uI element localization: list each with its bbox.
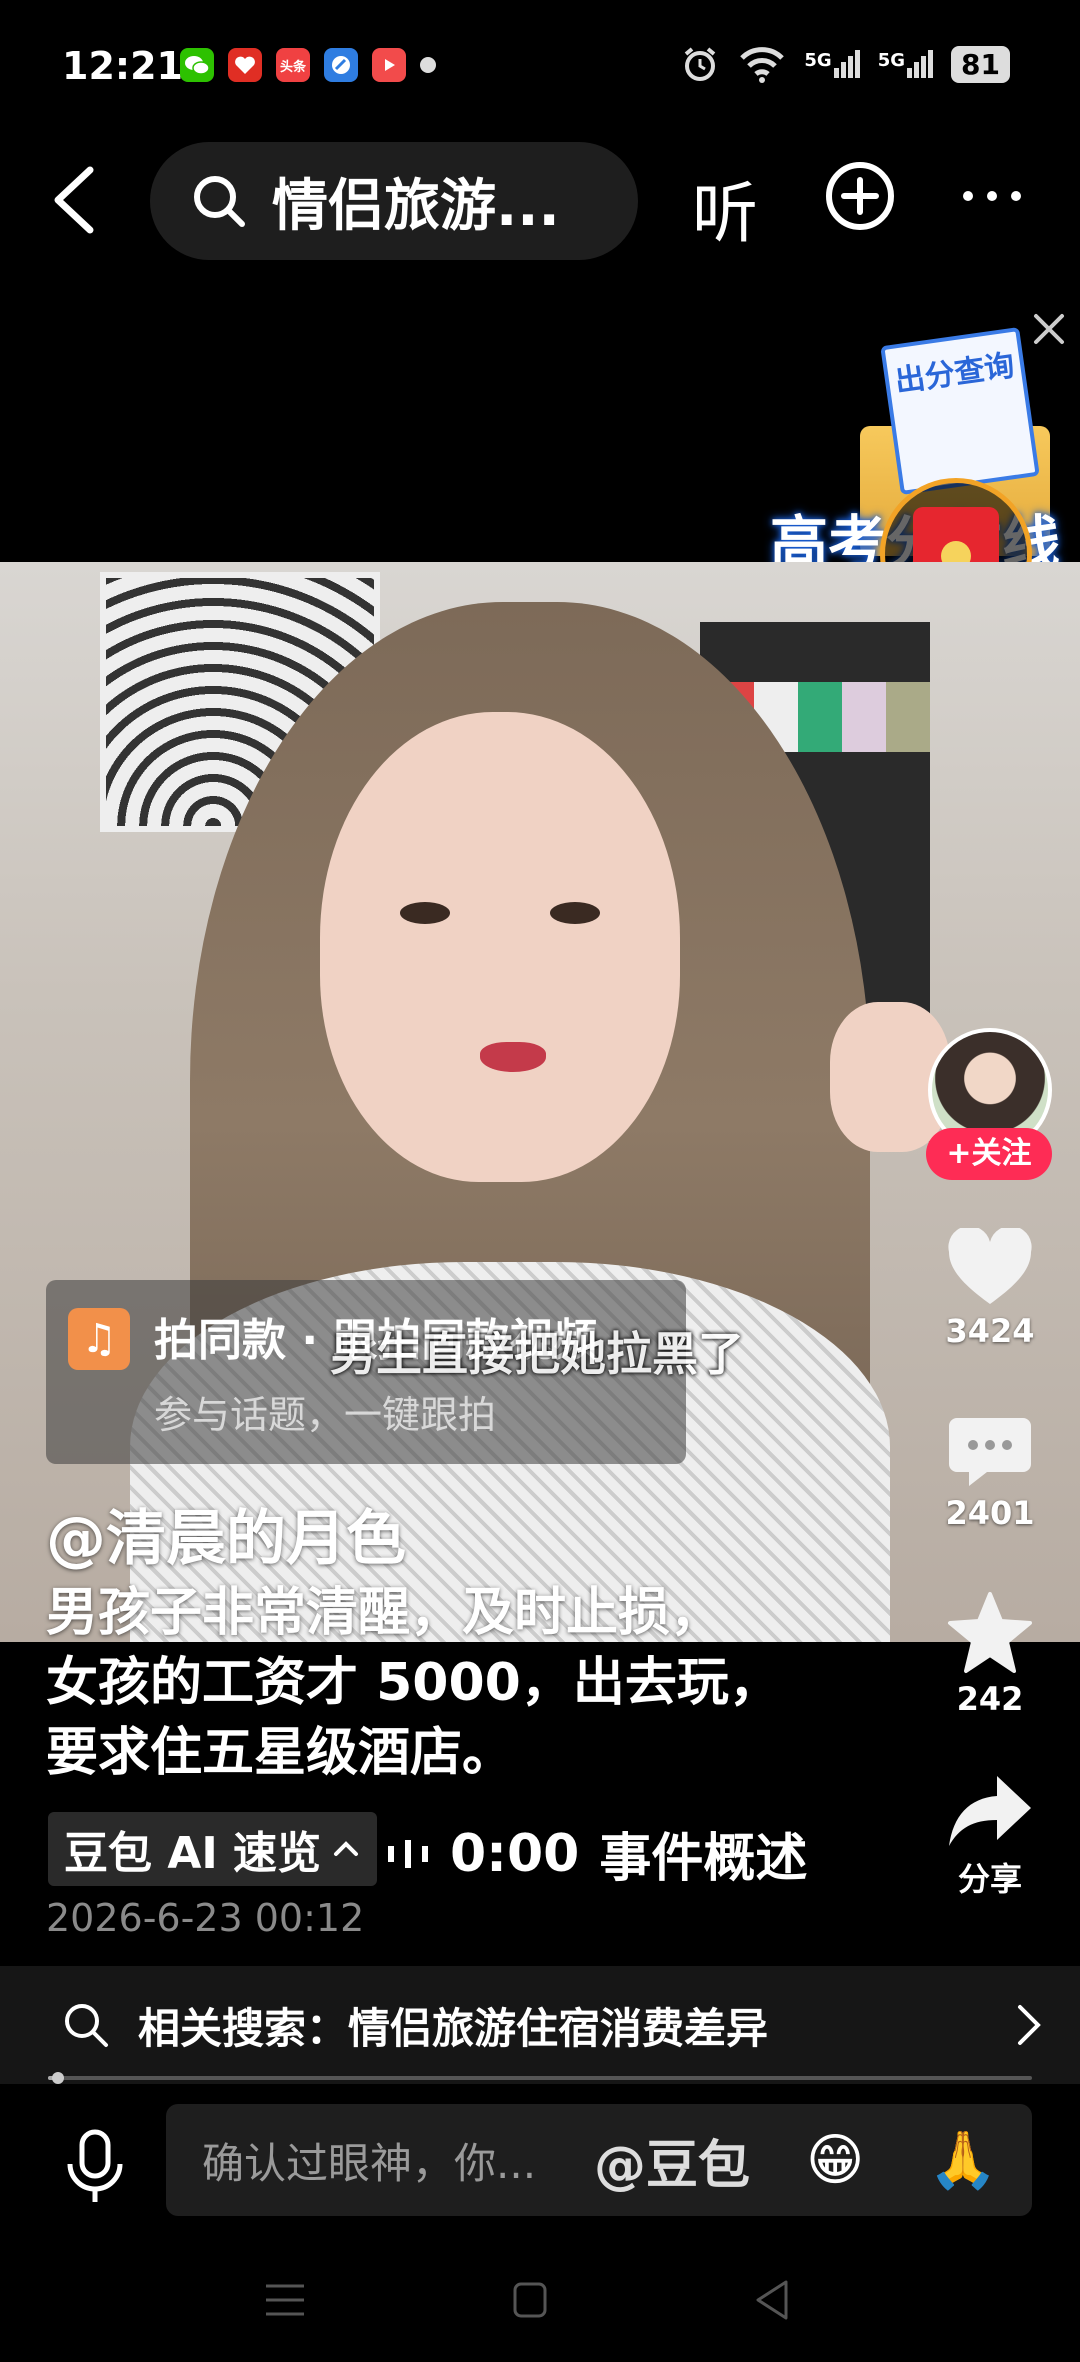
- search-icon: [194, 176, 245, 227]
- favorite-button[interactable]: 242: [928, 1590, 1052, 1718]
- progress-handle[interactable]: [52, 2072, 64, 2084]
- top-navigation: 情侣旅游... 听: [0, 140, 1080, 262]
- microphone-icon: [67, 2129, 123, 2202]
- home-icon[interactable]: [512, 2280, 548, 2320]
- like-button[interactable]: 3424: [928, 1228, 1052, 1350]
- browser-icon: [324, 48, 358, 82]
- post-description[interactable]: 男孩子非常清醒，及时止损， 女孩的工资才 5000，出去玩， 要求住五星级酒店。: [46, 1578, 906, 1788]
- battery-level: 81: [951, 45, 1010, 83]
- pray-emoji-button[interactable]: 🙏: [928, 2127, 998, 2193]
- chevron-left-icon: [54, 166, 94, 234]
- promo-card: 出分查询: [880, 326, 1040, 496]
- comment-button[interactable]: 2401: [928, 1414, 1052, 1532]
- system-navigation-bar: [0, 2240, 1080, 2362]
- eye-left: [400, 902, 450, 924]
- alarm-icon: [685, 47, 716, 81]
- ai-summary-time: 0:00: [450, 1823, 580, 1884]
- add-button[interactable]: [824, 160, 896, 232]
- ai-summary-label: 豆包 AI 速览: [64, 1828, 322, 1879]
- ai-summary-button[interactable]: 豆包 AI 速览: [48, 1812, 378, 1886]
- plus-circle-icon: [826, 162, 894, 230]
- mention-doubao-button[interactable]: @豆包: [594, 2123, 750, 2198]
- related-search-bar[interactable]: 相关搜索：情侣旅游住宿消费差异: [0, 1966, 1080, 2084]
- ai-summary-event: 事件概述: [599, 1829, 808, 1889]
- like-count: 3424: [945, 1312, 1035, 1350]
- author-name[interactable]: @清晨的月色: [46, 1490, 406, 1577]
- audio-wave-icon: [388, 1839, 428, 1868]
- grin-emoji-button[interactable]: 😁: [806, 2128, 864, 2193]
- back-triangle-icon[interactable]: [752, 2278, 792, 2322]
- share-arrow-icon: [949, 1776, 1031, 1846]
- share-label: 分享: [957, 1860, 1022, 1898]
- system-indicators: 5G 5G 81: [680, 44, 1010, 84]
- voice-input-button[interactable]: [60, 2128, 130, 2208]
- comment-input[interactable]: 确认过眼神，你... @豆包 😁 🙏: [166, 2104, 1032, 2216]
- ai-summary-player[interactable]: 0:00 事件概述: [386, 1816, 807, 1891]
- chevron-up-icon: [334, 1841, 359, 1856]
- share-button[interactable]: 分享: [928, 1770, 1052, 1900]
- menu-icon[interactable]: [264, 2280, 306, 2320]
- search-icon: [65, 2004, 108, 2047]
- follow-button[interactable]: +关注: [926, 1128, 1052, 1180]
- eye-right: [550, 902, 600, 924]
- video-app-icon: [372, 48, 406, 82]
- search-bar[interactable]: 情侣旅游...: [150, 142, 638, 260]
- heart-icon: [948, 1228, 1032, 1304]
- comment-count: 2401: [945, 1494, 1035, 1532]
- comment-icon: [949, 1418, 1031, 1486]
- post-date: 2026-6-23 00:12: [46, 1896, 365, 1940]
- description-line: 男孩子非常清醒，及时止损，: [46, 1583, 723, 1643]
- video-player[interactable]: [0, 562, 1080, 1642]
- comment-bar: 确认过眼神，你... @豆包 😁 🙏: [0, 2100, 1080, 2220]
- notification-icons: 头条: [180, 48, 436, 82]
- back-button[interactable]: [44, 160, 114, 240]
- comment-placeholder: 确认过眼神，你...: [202, 2138, 537, 2188]
- wifi-icon: [740, 47, 785, 83]
- status-time: 12:21: [62, 44, 183, 88]
- status-bar: 12:21 头条 5G 5G 81: [0, 0, 1080, 130]
- more-notifications-dot: [420, 57, 436, 73]
- same-clip-subtitle: 参与话题，一键跟拍: [154, 1393, 497, 1437]
- music-note-icon: ♫: [68, 1308, 130, 1370]
- more-options-button[interactable]: [960, 160, 1024, 232]
- description-line: 要求住五星级酒店。: [46, 1723, 515, 1783]
- wechat-icon: [180, 48, 214, 82]
- chevron-right-icon: [1018, 2005, 1041, 2045]
- toutiao-icon: 头条: [276, 48, 310, 82]
- pinduoduo-icon: [228, 48, 262, 82]
- ellipsis-icon: [963, 191, 1021, 201]
- mouth: [480, 1042, 546, 1072]
- description-line: 女孩的工资才 5000，出去玩，: [46, 1653, 781, 1713]
- favorite-count: 242: [956, 1680, 1024, 1718]
- video-caption: 男生直接把她拉黑了: [330, 1327, 744, 1381]
- star-icon: [948, 1592, 1032, 1673]
- video-progress-bar[interactable]: [48, 2072, 1032, 2084]
- search-query: 情侣旅游...: [272, 173, 560, 239]
- signal-2-icon: 5G: [878, 50, 934, 78]
- related-search-text: 相关搜索：情侣旅游住宿消费差异: [138, 2003, 769, 2053]
- signal-1-icon: 5G: [804, 50, 860, 78]
- person-face: [320, 712, 680, 1182]
- listen-button[interactable]: 听: [692, 160, 758, 256]
